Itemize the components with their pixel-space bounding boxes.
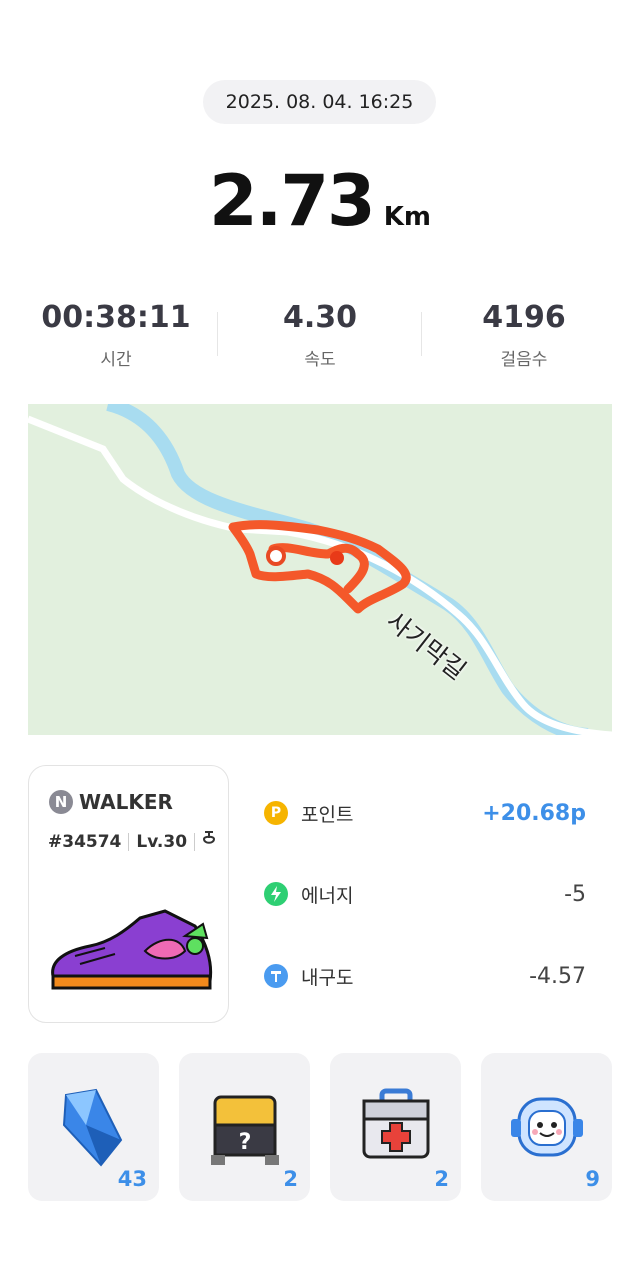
distance-unit: Km	[383, 202, 431, 232]
stat-steps: 4196 걸음수	[424, 300, 624, 370]
route-map[interactable]	[28, 404, 612, 735]
stat-time: 00:38:11 시간	[16, 300, 216, 370]
item-astronaut-helmet[interactable]: 9	[481, 1053, 612, 1201]
stat-time-value: 00:38:11	[41, 300, 191, 335]
meta-separator	[194, 832, 196, 851]
start-marker	[266, 546, 286, 566]
brand-name: WALKER	[79, 790, 173, 814]
stat-speed: 4.30 속도	[220, 300, 420, 370]
stat-steps-label: 걸음수	[500, 350, 548, 370]
reward-durability-value: -4.57	[529, 963, 586, 989]
shoe-brand: N WALKER	[49, 790, 173, 814]
reward-durability: 내구도 -4.57	[264, 956, 594, 996]
end-marker	[330, 551, 344, 565]
svg-text:?: ?	[239, 1130, 252, 1155]
item-mystery-box[interactable]: ? 2	[179, 1053, 310, 1201]
shoe-card[interactable]: N WALKER #34574 Lv.30	[28, 765, 229, 1023]
map-canvas	[28, 404, 612, 735]
reward-energy-value: -5	[564, 881, 586, 907]
item-count: 43	[117, 1167, 147, 1191]
energy-icon	[264, 882, 288, 906]
first-aid-kit-icon	[362, 1088, 430, 1159]
point-icon: P	[264, 801, 288, 825]
datetime-pill: 2025. 08. 04. 16:25	[203, 80, 436, 124]
meta-separator	[128, 832, 130, 851]
sneaker-image	[51, 909, 213, 990]
reward-points-value: +20.68p	[482, 800, 586, 826]
item-count: 9	[585, 1167, 600, 1191]
datetime-text: 2025. 08. 04. 16:25	[225, 91, 414, 113]
shoe-id: #34574	[48, 831, 122, 852]
reward-durability-label: 내구도	[301, 966, 354, 989]
item-count: 2	[283, 1167, 298, 1191]
stats-row: 00:38:11 시간 4.30 속도 4196 걸음수	[0, 300, 640, 380]
shoe-type-icon	[202, 830, 216, 853]
distance-value: 2.73	[209, 160, 376, 242]
item-crystal[interactable]: 43	[28, 1053, 159, 1201]
crystal-icon	[62, 1088, 123, 1167]
durability-icon	[264, 964, 288, 988]
reward-energy: 에너지 -5	[264, 874, 594, 914]
mystery-box-icon: ?	[211, 1095, 279, 1165]
river	[106, 404, 589, 735]
item-grid: 43 ? 2 2 9	[0, 1053, 640, 1201]
stat-divider	[217, 312, 218, 356]
stat-time-label: 시간	[100, 350, 132, 370]
reward-points: P 포인트 +20.68p	[264, 793, 594, 833]
stat-divider	[421, 312, 422, 356]
item-first-aid-kit[interactable]: 2	[330, 1053, 461, 1201]
shoe-meta: #34574 Lv.30	[48, 830, 216, 853]
astronaut-helmet-icon	[511, 1097, 583, 1157]
brand-badge-icon: N	[49, 790, 73, 814]
stat-speed-value: 4.30	[282, 300, 358, 335]
reward-energy-label: 에너지	[301, 884, 354, 907]
stat-steps-value: 4196	[482, 300, 566, 335]
stat-speed-label: 속도	[304, 350, 336, 370]
distance-display: 2.73 Km	[0, 160, 640, 250]
item-count: 2	[434, 1167, 449, 1191]
reward-points-label: 포인트	[301, 803, 354, 826]
shoe-level: Lv.30	[136, 831, 188, 852]
